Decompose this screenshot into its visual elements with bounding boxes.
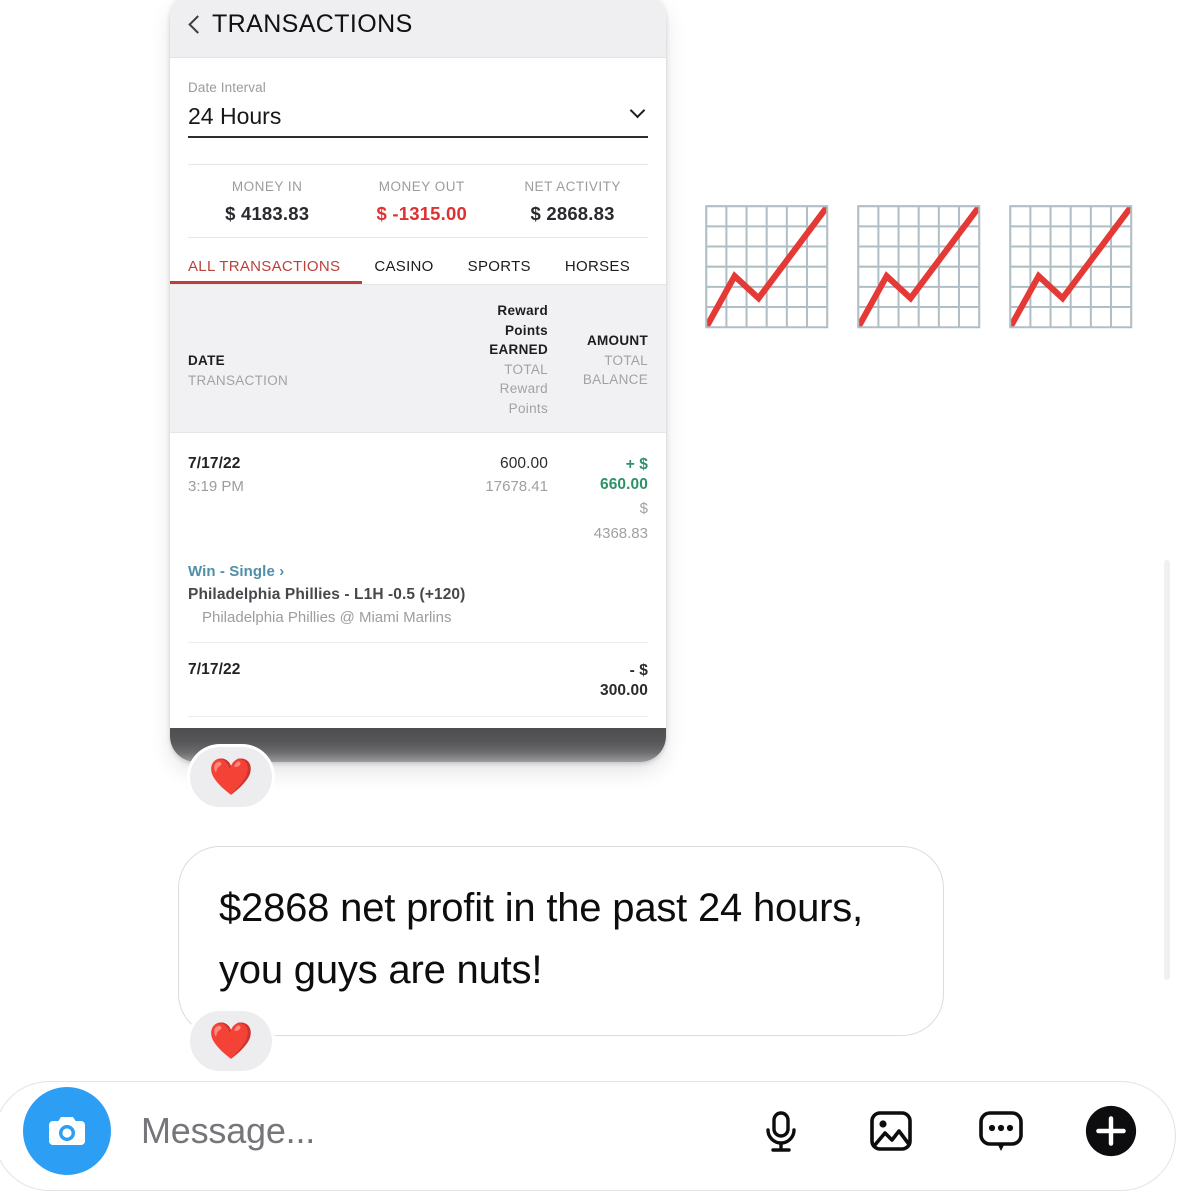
sticker-icon <box>979 1111 1023 1151</box>
row-points-earned: 600.00 <box>499 455 548 473</box>
plus-icon <box>1085 1105 1137 1157</box>
sticker-button[interactable] <box>973 1103 1029 1159</box>
table-cell-amount: - $ 300.00 <box>552 661 648 700</box>
table-row-summary: 7/17/22 - $ 300.00 <box>188 661 648 700</box>
stat-value: $ 4183.83 <box>225 203 310 224</box>
tab-sports[interactable]: SPORTS <box>468 258 531 284</box>
column-header-points-line1: Reward <box>497 303 548 318</box>
chart-emoji-row: 📈 📈 📈 <box>697 204 1141 351</box>
row-points-total: 17678.41 <box>485 478 548 496</box>
app-header: TRANSACTIONS <box>170 0 666 58</box>
add-button[interactable] <box>1083 1103 1139 1159</box>
date-interval-label: Date Interval <box>188 80 266 95</box>
stat-value: $ -1315.00 <box>376 203 467 224</box>
message-composer-bar: Message... <box>0 1081 1176 1191</box>
column-header-amount: AMOUNT TOTAL BALANCE <box>552 301 648 390</box>
row-balance-line2: 4368.83 <box>593 524 648 542</box>
column-header-amount-primary: AMOUNT <box>586 333 648 348</box>
chart-increasing-icon: 📈 <box>1001 204 1141 329</box>
column-header-amount-sub2: BALANCE <box>582 372 648 388</box>
chevron-right-icon: › <box>279 563 285 581</box>
column-header-points-line3: EARNED <box>489 342 548 358</box>
column-header-reward-points: Reward Points EARNED TOTAL Reward Points <box>440 301 552 418</box>
stat-label: NET ACTIVITY <box>524 179 621 194</box>
chevron-down-icon[interactable] <box>630 104 648 122</box>
composer-actions <box>753 1103 1139 1159</box>
row-balance-line1: $ <box>639 500 648 518</box>
stat-net-activity: NET ACTIVITY $ 2868.83 <box>497 179 648 225</box>
table-cell-date: 7/17/22 <box>188 661 440 679</box>
date-interval-value: 24 Hours <box>188 103 282 129</box>
stat-money-out: MONEY OUT $ -1315.00 <box>346 179 497 225</box>
table-cell-reward-points: 600.00 17678.41 <box>440 455 552 495</box>
tab-casino[interactable]: CASINO <box>374 258 433 284</box>
table-row[interactable]: 7/17/22 - $ 300.00 <box>188 643 648 717</box>
microphone-icon <box>766 1111 796 1152</box>
column-header-points-sub3: Points <box>508 400 548 416</box>
heart-reaction-on-message[interactable]: ❤️ <box>190 1011 272 1071</box>
page-title: TRANSACTIONS <box>212 10 413 38</box>
microphone-button[interactable] <box>753 1103 809 1159</box>
heart-reaction-on-attachment[interactable]: ❤️ <box>190 747 272 807</box>
table-row[interactable]: 7/17/22 3:19 PM 600.00 17678.41 + $ 660.… <box>188 433 648 644</box>
row-time: 3:19 PM <box>188 478 244 496</box>
table-cell-amount: + $ 660.00 $ 4368.83 <box>552 455 648 543</box>
column-header-date: DATE TRANSACTION <box>188 301 440 390</box>
transactions-table-header: DATE TRANSACTION Reward Points EARNED TO… <box>170 284 666 434</box>
column-header-points-sub1: TOTAL <box>504 361 548 377</box>
column-header-date-secondary: TRANSACTION <box>188 372 289 388</box>
chart-increasing-icon: 📈 <box>697 204 837 329</box>
column-header-date-primary: DATE <box>188 353 225 368</box>
table-row-summary: 7/17/22 3:19 PM 600.00 17678.41 + $ 660.… <box>188 455 648 543</box>
stat-value: $ 2868.83 <box>530 203 615 224</box>
bet-type-link[interactable]: Win - Single › <box>188 563 648 580</box>
photo-gallery-icon <box>870 1111 912 1151</box>
bet-matchup: Philadelphia Phillies @ Miami Marlins <box>202 609 452 627</box>
date-interval-field[interactable]: Date Interval 24 Hours <box>188 58 648 138</box>
heart-icon: ❤️ <box>208 756 254 797</box>
row-amount-line1: - $ <box>629 662 648 680</box>
stat-label: MONEY OUT <box>378 179 465 194</box>
row-amount-line2: 660.00 <box>599 475 648 493</box>
message-input[interactable]: Message... <box>141 1110 753 1152</box>
transactions-screenshot-attachment[interactable]: TRANSACTIONS Date Interval 24 Hours MONE… <box>170 0 666 762</box>
chart-increasing-icon: 📈 <box>849 204 989 329</box>
column-header-amount-sub1: TOTAL <box>604 352 648 368</box>
active-tab-underline <box>170 281 362 284</box>
photo-gallery-button[interactable] <box>863 1103 919 1159</box>
bet-type-label: Win - Single <box>188 563 275 581</box>
date-interval-select[interactable]: 24 Hours <box>188 103 648 138</box>
message-bubble[interactable]: $2868 net profit in the past 24 hours, y… <box>178 846 944 1036</box>
heart-icon: ❤️ <box>208 1020 254 1061</box>
scrollbar[interactable] <box>1164 560 1170 980</box>
row-date: 7/17/22 <box>188 455 241 473</box>
column-header-points-line2: Points <box>504 322 548 338</box>
app-body: Date Interval 24 Hours MONEY IN $ 4183.8… <box>170 58 666 717</box>
bet-title: Philadelphia Phillies - L1H -0.5 (+120) <box>188 586 466 604</box>
row-date: 7/17/22 <box>188 661 241 679</box>
camera-button[interactable] <box>23 1087 111 1175</box>
message-text: $2868 net profit in the past 24 hours, y… <box>219 886 863 992</box>
column-header-points-sub2: Reward <box>499 381 548 397</box>
summary-stats: MONEY IN $ 4183.83 MONEY OUT $ -1315.00 … <box>188 164 648 238</box>
stat-money-in: MONEY IN $ 4183.83 <box>188 179 346 225</box>
row-amount-line1: + $ <box>625 456 648 474</box>
back-chevron-icon[interactable] <box>186 12 202 38</box>
transaction-filter-tabs: ALL TRANSACTIONS CASINO SPORTS HORSES <box>170 238 648 284</box>
table-cell-date: 7/17/22 3:19 PM <box>188 455 440 495</box>
stat-label: MONEY IN <box>231 179 303 194</box>
camera-icon <box>49 1117 85 1145</box>
table-row-detail: Win - Single › Philadelphia Phillies - L… <box>188 563 648 626</box>
tab-horses[interactable]: HORSES <box>565 258 630 284</box>
row-amount-line2: 300.00 <box>599 681 648 699</box>
